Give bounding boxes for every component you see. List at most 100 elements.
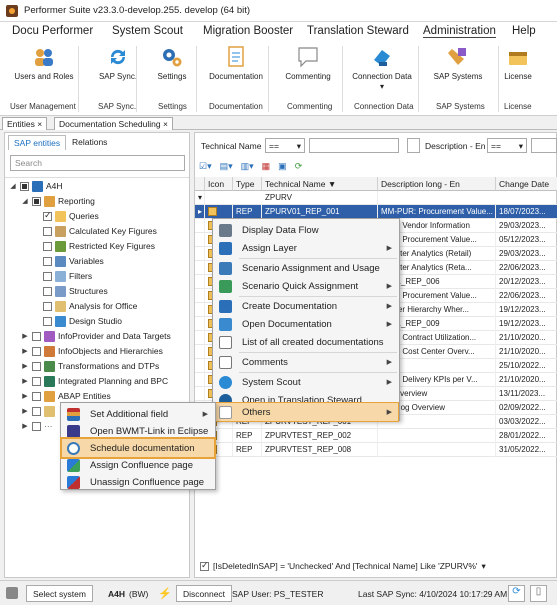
filter-expression[interactable]: [IsDeletedInSAP] = 'Unchecked' And [Tech… [213,561,478,571]
refresh-icon[interactable]: ⟳ [295,161,303,172]
menu-open-documentation[interactable]: Open Documentation ▶ [214,315,398,333]
folder-icon [44,405,55,417]
col-description[interactable]: Description long - En [378,177,496,191]
tech-name-value-input[interactable] [309,138,399,153]
tree-node-variables[interactable]: Variables [43,254,104,268]
col-change-date[interactable]: Change Date [496,177,557,191]
tab-sap-entities[interactable]: SAP entities [8,135,67,150]
tree-node-restricted-key-figures[interactable]: Restricted Key Figures [43,239,155,253]
checklist-icon[interactable]: ☑▾ [199,161,212,172]
tech-name-operator-select[interactable]: == ▾ [265,138,305,153]
tab-entities[interactable]: Entities × [2,117,48,130]
menu-system-scout[interactable]: System Scout [112,25,183,37]
tree-node-design-studio[interactable]: Design Studio [43,314,122,328]
license-button[interactable]: License [488,46,548,82]
disconnect-button[interactable]: Disconnect [176,585,233,602]
menu-schedule-documentation[interactable]: Schedule documentation [60,437,216,459]
tree-node-structures[interactable]: Structures [43,284,108,298]
menu-assign-confluence-page[interactable]: Assign Confluence page [62,456,214,474]
row-indicator [195,331,205,345]
sap-sync-button[interactable]: SAP Sync. [88,46,148,82]
menu-help[interactable]: Help [512,25,536,37]
tree-node-transformations[interactable]: ▶ Transformations and DTPs [21,359,159,373]
menu-list-documentations[interactable]: List of all created documentations [214,333,398,351]
tree-node-a4h[interactable]: ◢ A4H [9,179,63,193]
menu-display-data-flow[interactable]: Display Data Flow [214,221,398,239]
menu-others[interactable]: Others ▶ [213,402,399,422]
sync-icon[interactable]: ⟳ [508,585,525,602]
menu-create-documentation[interactable]: Create Documentation ▶ [214,297,398,315]
connection-data-button[interactable]: Connection Data ▾ [352,46,412,92]
tree-node-more[interactable]: ▶ ··· [21,419,52,433]
menu-scenario-assignment[interactable]: Scenario Assignment and Usage [214,259,398,277]
data-flow-icon [219,223,232,237]
menu-comments[interactable]: Comments ▶ [214,353,398,371]
panel-toggle-icon[interactable] [6,587,18,599]
tree-node-filters[interactable]: Filters [43,269,92,283]
row-change-date: 29/03/2023... [496,247,557,261]
col-technical-name[interactable]: Technical Name ▼ [262,177,378,191]
description-value-input[interactable] [531,138,557,153]
group-license: License [504,102,532,111]
save-icon[interactable]: ▣ [278,161,287,172]
menu-scenario-quick-assignment[interactable]: Scenario Quick Assignment ▶ [214,277,398,295]
menu-set-additional-field[interactable]: Set Additional field ▶ [62,405,214,423]
row-technical-name: ZPURVTEST_REP_002 [262,429,378,443]
tree-node-abap-entities[interactable]: ▶ ABAP Entities [21,389,111,403]
close-icon[interactable]: × [163,119,168,129]
group-documentation: Documentation [209,102,263,111]
tree-node-calculated-key-figures[interactable]: Calculated Key Figures [43,224,157,238]
table-row[interactable]: REP ZPURVTEST_REP_008 31/05/2022... [195,443,557,457]
tree-node-infoobjects[interactable]: ▶ InfoObjects and Hierarchies [21,344,163,358]
menu-assign-layer[interactable]: Assign Layer ▶ [214,239,398,257]
row-indicator [195,359,205,373]
tab-documentation-scheduling[interactable]: Documentation Scheduling × [54,117,173,130]
menu-translation-steward[interactable]: Translation Steward [307,25,409,37]
document-list-icon[interactable]: ▤▾ [220,161,233,172]
menu-migration-booster[interactable]: Migration Booster [203,25,293,37]
settings-button[interactable]: Settings [142,46,202,82]
documentation-button[interactable]: Documentation [206,46,266,82]
col-type[interactable]: Type [233,177,262,191]
col-icon[interactable]: Icon [205,177,233,191]
row-indicator [195,387,205,401]
filter-icon: ▼ [327,179,337,189]
users-and-roles-button[interactable]: Users and Roles [14,46,74,82]
filter-row[interactable]: ▾ ZPURV [195,191,557,205]
menu-system-scout[interactable]: System Scout ▶ [214,373,398,391]
row-indicator [195,275,205,289]
table-row[interactable]: REP ZPURVTEST_REP_002 28/01/2022... [195,429,557,443]
tree-node-analysis-for-office[interactable]: Analysis for Office [43,299,137,313]
export-icon[interactable]: ▥▾ [241,161,254,172]
commenting-button[interactable]: Commenting [278,46,338,82]
menu-open-bwmt-link[interactable]: Open BWMT-Link in Eclipse [62,422,214,440]
row-change-date: 05/12/2023... [496,233,557,247]
report-icon[interactable]: ▦ [262,161,271,172]
tree-node-infoprovider[interactable]: ▶ InfoProvider and Data Targets [21,329,171,343]
filter-dropdown-icon[interactable]: ▾ [482,561,486,572]
clear-filter-icon[interactable] [407,138,420,153]
tree-node-reporting[interactable]: ◢ Reporting [21,194,95,208]
tree-node-queries[interactable]: Queries [43,209,99,223]
select-system-button[interactable]: Select system [26,585,93,602]
row-type: REP [233,443,262,457]
row-change-date: 19/12/2023... [496,317,557,331]
sync-icon [106,46,130,68]
list-doc-icon [219,335,232,349]
sap-systems-button[interactable]: SAP Systems [428,46,488,82]
tree-node-collapsed[interactable]: ▶ [21,404,55,418]
menu-unassign-confluence-page[interactable]: Unassign Confluence page [62,473,214,491]
row-indicator [195,373,205,387]
description-operator-select[interactable]: == ▾ [487,138,527,153]
tree-node-integrated-planning[interactable]: ▶ Integrated Planning and BPC [21,374,168,388]
tab-relations[interactable]: Relations [67,135,112,149]
menu-docu-performer[interactable]: Docu Performer [12,25,93,37]
search-input[interactable]: Search [10,155,185,171]
row-indicator: ▸ [195,205,205,219]
menu-administration[interactable]: Administration [423,25,496,38]
filter-enabled-checkbox[interactable] [200,560,209,571]
document-icon[interactable]: ▯ [530,585,547,602]
last-sap-sync: Last SAP Sync: 4/10/2024 10:17:29 AM [358,589,508,599]
close-icon[interactable]: × [37,119,42,129]
table-row[interactable]: ▸ REP ZPURV01_REP_001 MM-PUR: Procurement V… [195,205,557,219]
